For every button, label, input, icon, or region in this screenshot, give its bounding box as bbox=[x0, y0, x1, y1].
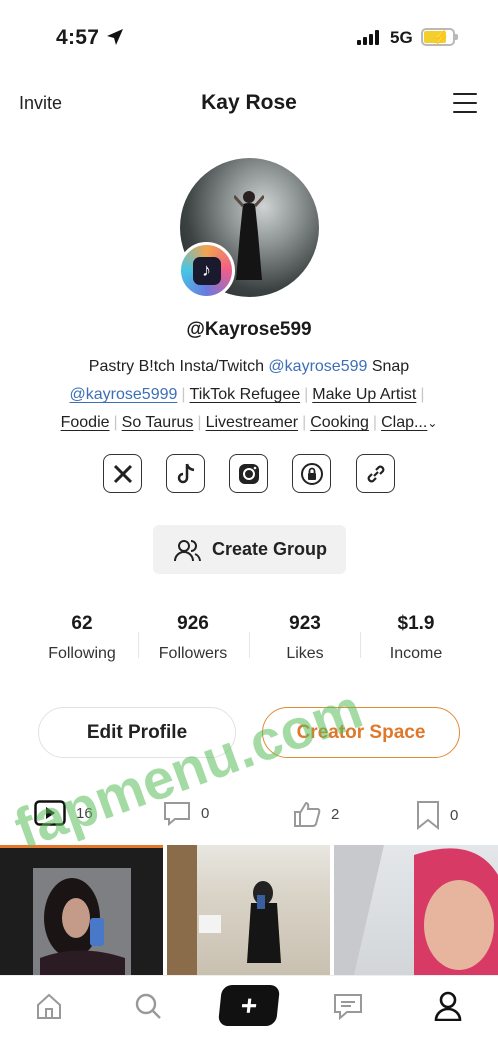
search-icon[interactable] bbox=[128, 988, 168, 1024]
onlyfans-icon[interactable] bbox=[292, 454, 331, 493]
video-thumbnail[interactable] bbox=[167, 845, 330, 975]
bio-tag[interactable]: Foodie bbox=[61, 414, 110, 431]
stat-following[interactable]: 62 Following bbox=[27, 613, 137, 663]
bio-line-3: Foodie | So Taurus | Livestreamer | Cooking | Cl… bbox=[60, 414, 438, 431]
link-icon[interactable] bbox=[356, 454, 395, 493]
tiktok-icon: ♪ bbox=[192, 256, 221, 285]
stat-label: Followers bbox=[158, 645, 228, 662]
instagram-icon[interactable] bbox=[229, 454, 268, 493]
thumbnail-image bbox=[167, 845, 281, 975]
stat-likes[interactable]: 923 Likes bbox=[250, 613, 360, 663]
stat-label: Following bbox=[48, 645, 116, 662]
battery-icon: ⚡ bbox=[421, 28, 458, 46]
bio-line-1: Pastry B!tch Insta/Twitch @kayrose599 Sn… bbox=[0, 353, 498, 381]
bio-text: Snap bbox=[367, 358, 410, 375]
create-group-label: Create Group bbox=[211, 539, 328, 559]
thumbs-up-icon bbox=[294, 801, 321, 827]
thumbnail-image bbox=[334, 845, 498, 975]
stat-value: 62 bbox=[71, 613, 93, 634]
stat-label: Likes bbox=[286, 645, 324, 662]
tab-count: 0 bbox=[450, 806, 459, 824]
video-thumbnail[interactable] bbox=[0, 845, 163, 975]
thumbnail-image bbox=[33, 868, 131, 975]
hamburger-icon[interactable] bbox=[453, 93, 477, 113]
watermark: fapmenu.com bbox=[6, 676, 370, 861]
stat-value: $1.9 bbox=[397, 613, 435, 634]
bio-text: Pastry B!tch Insta/Twitch bbox=[88, 358, 269, 375]
group-icon bbox=[173, 539, 201, 561]
bio-line-2: @kayrose5999 | TikTok Refugee | Make Up Arti… bbox=[69, 386, 425, 403]
bio-tag[interactable]: Cooking bbox=[310, 414, 369, 431]
x-icon[interactable] bbox=[103, 454, 142, 493]
video-thumbnail[interactable] bbox=[334, 845, 498, 975]
stat-label: Income bbox=[389, 645, 443, 662]
tab-likes[interactable]: 2 bbox=[293, 800, 339, 828]
tab-count: 2 bbox=[331, 805, 340, 823]
status-time: 4:57 bbox=[56, 26, 100, 49]
stat-value: 926 bbox=[177, 613, 209, 634]
home-icon[interactable] bbox=[29, 988, 69, 1024]
stat-income[interactable]: $1.9 Income bbox=[361, 613, 471, 663]
bio-tag[interactable]: Make Up Artist bbox=[312, 386, 416, 403]
create-group-button[interactable]: Create Group bbox=[153, 525, 346, 574]
profile-icon[interactable] bbox=[428, 988, 468, 1024]
profile-handle: @Kayrose599 bbox=[186, 319, 312, 340]
create-post-button[interactable]: + bbox=[217, 985, 281, 1026]
network-type: 5G bbox=[390, 28, 413, 47]
bio-mention[interactable]: @kayrose599 bbox=[268, 358, 367, 375]
messages-icon[interactable] bbox=[328, 988, 368, 1024]
bio-tag[interactable]: Livestreamer bbox=[206, 414, 298, 431]
chevron-down-icon[interactable]: ⌄ bbox=[427, 416, 437, 430]
tab-count: 0 bbox=[201, 804, 210, 822]
location-arrow-icon bbox=[107, 29, 123, 45]
bio-tag[interactable]: So Taurus bbox=[122, 414, 194, 431]
page-title: Kay Rose bbox=[201, 91, 297, 114]
tiktok-icon[interactable] bbox=[166, 454, 205, 493]
stat-value: 923 bbox=[289, 613, 321, 634]
bio-tag[interactable]: Clap... bbox=[381, 414, 427, 431]
bio-mention[interactable]: @kayrose5999 bbox=[70, 386, 178, 403]
bookmark-icon bbox=[417, 801, 439, 830]
tab-saved[interactable]: 0 bbox=[416, 800, 458, 830]
bio-tag[interactable]: TikTok Refugee bbox=[190, 386, 301, 403]
signal-icon bbox=[357, 30, 379, 45]
tiktok-badge: ♪ bbox=[178, 242, 235, 299]
stat-followers[interactable]: 926 Followers bbox=[138, 613, 248, 663]
avatar-figure bbox=[234, 191, 264, 280]
